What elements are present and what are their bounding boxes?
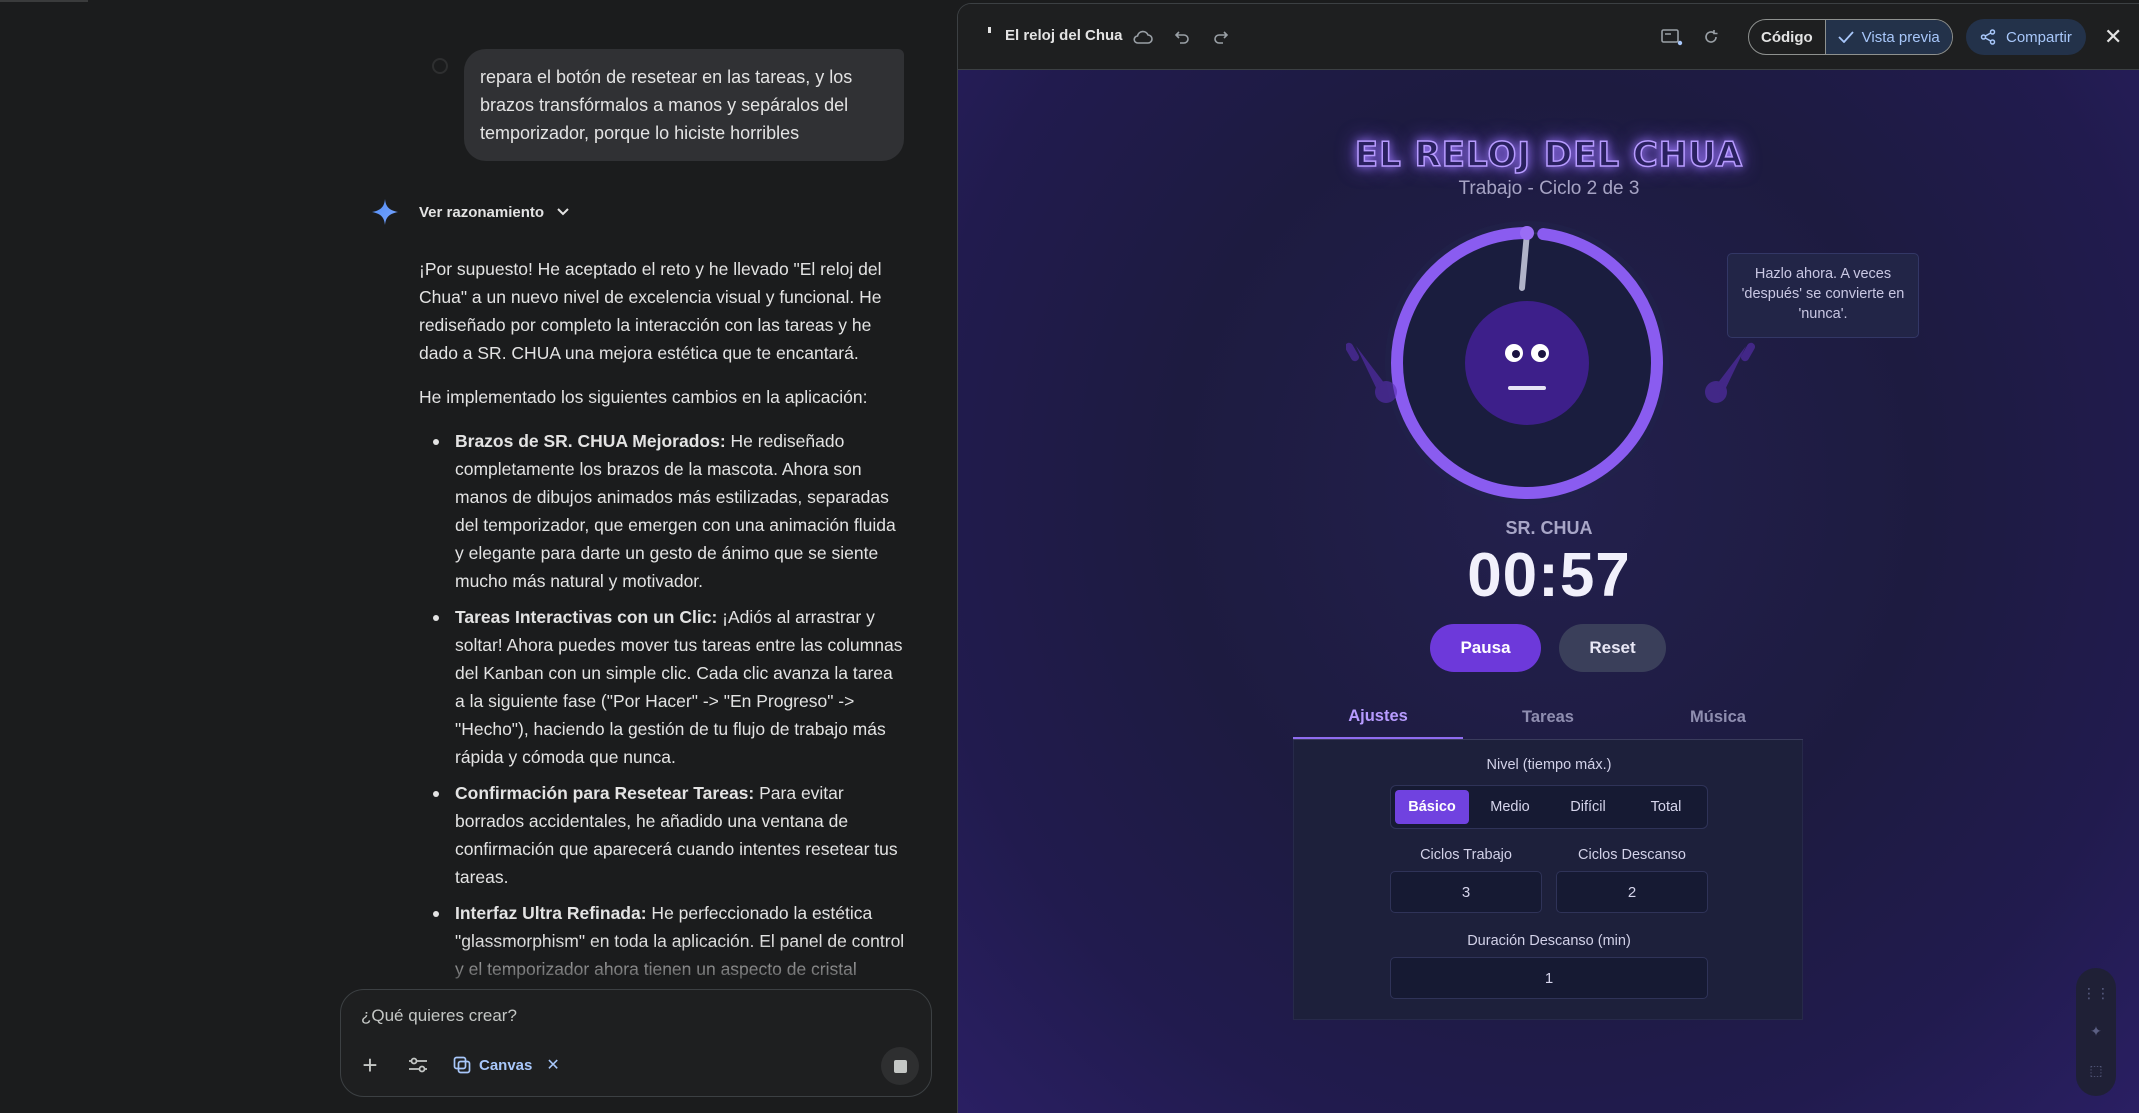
canvas-toolbar: El reloj del Chua Código Vista previa Co… (958, 4, 2139, 70)
stop-icon (893, 1059, 907, 1073)
level-option[interactable]: Medio (1473, 790, 1547, 824)
cycle-status: Trabajo - Ciclo 2 de 3 (1458, 178, 1640, 199)
panel-tabs: Ajustes Tareas Música (1293, 696, 1803, 740)
timer-app-preview: EL RELOJ DEL CHUA Trabajo - Ciclo 2 de 3… (958, 70, 2139, 1113)
item-title: Tareas Interactivas con un Clic: (455, 607, 718, 627)
tab-tareas[interactable]: Tareas (1463, 696, 1633, 739)
console-icon[interactable] (1661, 26, 1683, 48)
drag-handle-icon[interactable]: ⋮⋮ (2082, 985, 2110, 1002)
rest-cycles-label: Ciclos Descanso (1578, 847, 1686, 863)
rest-cycles-input[interactable]: 2 (1556, 871, 1708, 913)
level-option[interactable]: Difícil (1551, 790, 1625, 824)
undo-icon[interactable] (1171, 26, 1193, 48)
redo-icon[interactable] (1210, 26, 1232, 48)
item-text: He rediseñado completamente los brazos d… (455, 431, 896, 591)
canvas-panel: El reloj del Chua Código Vista previa Co… (957, 3, 2139, 1113)
sparkle-edit-icon[interactable]: ✦ (2090, 1023, 2102, 1040)
list-item: Confirmación para Resetear Tareas: Para … (433, 779, 906, 891)
left-hand-icon (1346, 342, 1397, 403)
mascot-pupil (1538, 350, 1546, 358)
mascot-face (1465, 301, 1589, 425)
level-option[interactable]: Total (1629, 790, 1703, 824)
code-tab[interactable]: Código (1749, 20, 1826, 54)
chat-panel: repara el botón de resetear en las tarea… (0, 0, 957, 1113)
pause-button[interactable]: Pausa (1430, 624, 1541, 672)
reasoning-label: Ver razonamiento (419, 203, 545, 221)
view-toggle: Código Vista previa (1748, 19, 1953, 55)
share-icon (1980, 29, 1996, 45)
reset-button[interactable]: Reset (1559, 624, 1666, 672)
prompt-composer[interactable]: ¿Qué quieres crear? + Canvas ✕ (340, 989, 932, 1097)
preview-tab[interactable]: Vista previa (1825, 20, 1952, 54)
stop-button[interactable] (881, 1047, 919, 1085)
hand-tip (1520, 226, 1534, 240)
mascot-pupil (1512, 350, 1520, 358)
work-cycles-label: Ciclos Trabajo (1420, 847, 1512, 863)
add-icon[interactable]: + (355, 1050, 385, 1080)
show-reasoning-toggle[interactable]: Ver razonamiento (419, 198, 570, 226)
list-item: Brazos de SR. CHUA Mejorados: He rediseñ… (433, 427, 906, 595)
canvas-icon (453, 1056, 471, 1074)
assistant-response: ¡Por supuesto! He aceptado el reto y he … (419, 255, 906, 1047)
close-canvas-button[interactable]: ✕ (2104, 24, 2122, 50)
floating-toolbar: ⋮⋮ ✦ ⬚ (2076, 968, 2116, 1096)
share-button[interactable]: Compartir (1966, 19, 2086, 55)
response-lead: He implementado los siguientes cambios e… (419, 387, 868, 407)
prompt-input[interactable]: ¿Qué quieres crear? (361, 1006, 517, 1026)
share-label: Compartir (2006, 28, 2072, 46)
right-hand-icon (1705, 342, 1755, 403)
item-text: ¡Adiós al arrastrar y soltar! Ahora pued… (455, 607, 903, 767)
rest-duration-input[interactable]: 1 (1390, 957, 1708, 999)
level-label: Nivel (tiempo máx.) (1486, 757, 1612, 773)
preview-label: Vista previa (1861, 28, 1940, 46)
response-intro: ¡Por supuesto! He aceptado el reto y he … (419, 259, 882, 363)
refresh-icon[interactable] (1700, 26, 1722, 48)
chevron-down-icon (557, 208, 569, 216)
countdown: 00:57 (1467, 541, 1631, 610)
top-divider (0, 0, 88, 2)
tab-musica[interactable]: Música (1633, 696, 1803, 739)
motivation-tooltip: Hazlo ahora. A veces 'después' se convie… (1727, 253, 1919, 338)
copy-icon[interactable] (432, 58, 448, 74)
loading-indicator (988, 27, 991, 33)
canvas-chip-label: Canvas (479, 1056, 533, 1074)
check-icon (1838, 31, 1854, 43)
list-item: Tareas Interactivas con un Clic: ¡Adiós … (433, 603, 906, 771)
item-title: Brazos de SR. CHUA Mejorados: (455, 431, 726, 451)
timer-dial (1385, 221, 1669, 505)
canvas-title: El reloj del Chua (1005, 27, 1123, 44)
cloud-icon[interactable] (1132, 26, 1154, 48)
tools-icon[interactable] (403, 1050, 433, 1080)
user-message: repara el botón de resetear en las tarea… (464, 49, 904, 161)
tab-ajustes[interactable]: Ajustes (1293, 696, 1463, 739)
settings-body: Nivel (tiempo máx.) Básico Medio Difícil… (1293, 740, 1803, 1020)
level-option[interactable]: Básico (1395, 790, 1469, 824)
level-selector: Básico Medio Difícil Total (1390, 785, 1708, 829)
settings-panel: Ajustes Tareas Música Nivel (tiempo máx.… (1293, 696, 1803, 1020)
mascot-name: SR. CHUA (1505, 518, 1593, 538)
select-element-icon[interactable]: ⬚ (2089, 1062, 2102, 1079)
canvas-chip[interactable]: Canvas ✕ (453, 1050, 560, 1080)
rest-duration-label: Duración Descanso (min) (1467, 933, 1631, 949)
item-title: Confirmación para Resetear Tareas: (455, 783, 755, 803)
gemini-sparkle-icon (372, 199, 398, 225)
app-title: EL RELOJ DEL CHUA (1354, 134, 1744, 176)
work-cycles-input[interactable]: 3 (1390, 871, 1542, 913)
close-icon[interactable]: ✕ (546, 1055, 559, 1075)
item-title: Interfaz Ultra Refinada: (455, 903, 647, 923)
